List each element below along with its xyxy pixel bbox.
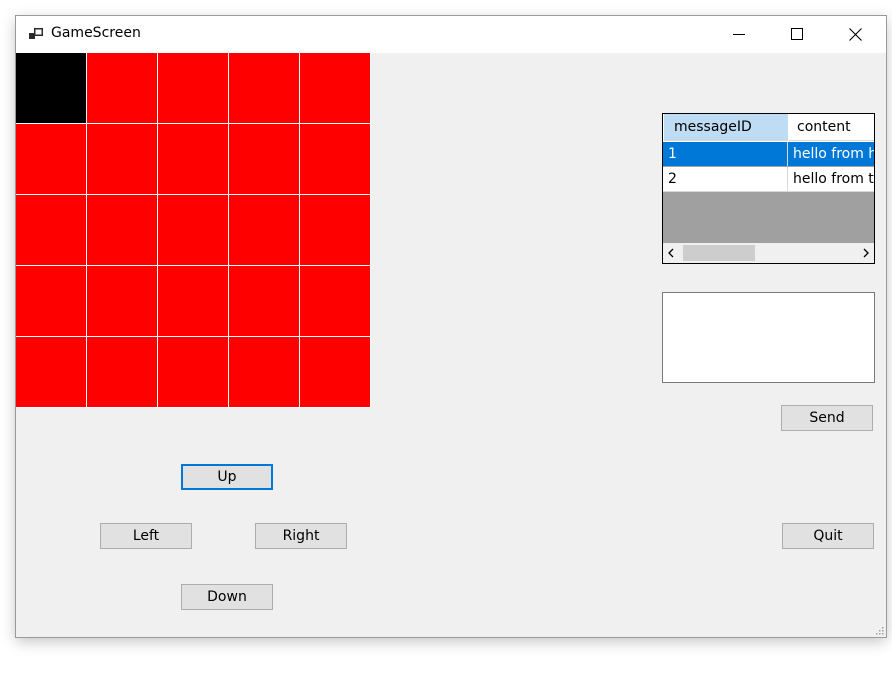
message-id-cell[interactable]: 1 — [663, 142, 788, 166]
board-cell — [158, 195, 228, 265]
send-button[interactable]: Send — [781, 405, 873, 431]
table-row[interactable]: 2 hello from th — [663, 167, 874, 192]
maximize-icon — [791, 28, 803, 40]
right-button[interactable]: Right — [255, 523, 347, 549]
board-cell — [87, 337, 157, 407]
minimize-button[interactable] — [710, 16, 768, 52]
board-cell — [87, 53, 157, 123]
maximize-button[interactable] — [768, 16, 826, 52]
game-window: GameScreen Up Left Right Down messageID … — [16, 16, 886, 637]
window-title: GameScreen — [51, 25, 141, 41]
scroll-left-icon[interactable] — [667, 248, 675, 258]
left-button[interactable]: Left — [100, 523, 192, 549]
board-cell — [16, 124, 86, 194]
quit-button[interactable]: Quit — [782, 523, 874, 549]
board-cell — [229, 53, 299, 123]
message-content-cell[interactable]: hello from th — [789, 167, 874, 191]
board-cell — [158, 266, 228, 336]
board-cell — [300, 337, 370, 407]
board-cell — [158, 337, 228, 407]
minimize-icon — [733, 34, 745, 35]
board-cell — [229, 195, 299, 265]
message-input[interactable] — [662, 292, 875, 383]
board-cell — [158, 124, 228, 194]
board-cell — [300, 195, 370, 265]
scroll-right-icon[interactable] — [862, 248, 870, 258]
board-cell — [87, 195, 157, 265]
title-bar[interactable]: GameScreen — [16, 16, 886, 53]
board-cell — [16, 266, 86, 336]
scroll-thumb[interactable] — [683, 245, 755, 261]
board-cell — [300, 266, 370, 336]
board-cell — [300, 53, 370, 123]
down-button[interactable]: Down — [181, 584, 273, 610]
game-board — [16, 53, 371, 408]
messages-grid-header: messageID content — [663, 114, 874, 142]
resize-grip-icon[interactable] — [876, 627, 884, 635]
app-window-icon — [29, 28, 43, 39]
up-button[interactable]: Up — [181, 464, 273, 490]
messages-grid[interactable]: messageID content 1 hello from h 2 hello fr… — [662, 113, 875, 264]
board-cell — [158, 53, 228, 123]
close-icon — [848, 27, 862, 41]
board-cell — [87, 124, 157, 194]
board-cell — [229, 337, 299, 407]
message-content-cell[interactable]: hello from h — [789, 142, 874, 166]
column-header-messageid[interactable]: messageID — [664, 114, 788, 141]
board-cell — [300, 124, 370, 194]
table-row[interactable]: 1 hello from h — [663, 142, 874, 166]
horizontal-scrollbar[interactable] — [663, 243, 874, 263]
player-cell — [16, 53, 86, 123]
board-cell — [229, 124, 299, 194]
close-button[interactable] — [826, 16, 884, 52]
message-id-cell[interactable]: 2 — [663, 167, 788, 191]
board-cell — [16, 195, 86, 265]
board-cell — [229, 266, 299, 336]
column-header-content[interactable]: content — [789, 114, 874, 141]
board-cell — [87, 266, 157, 336]
board-cell — [16, 337, 86, 407]
